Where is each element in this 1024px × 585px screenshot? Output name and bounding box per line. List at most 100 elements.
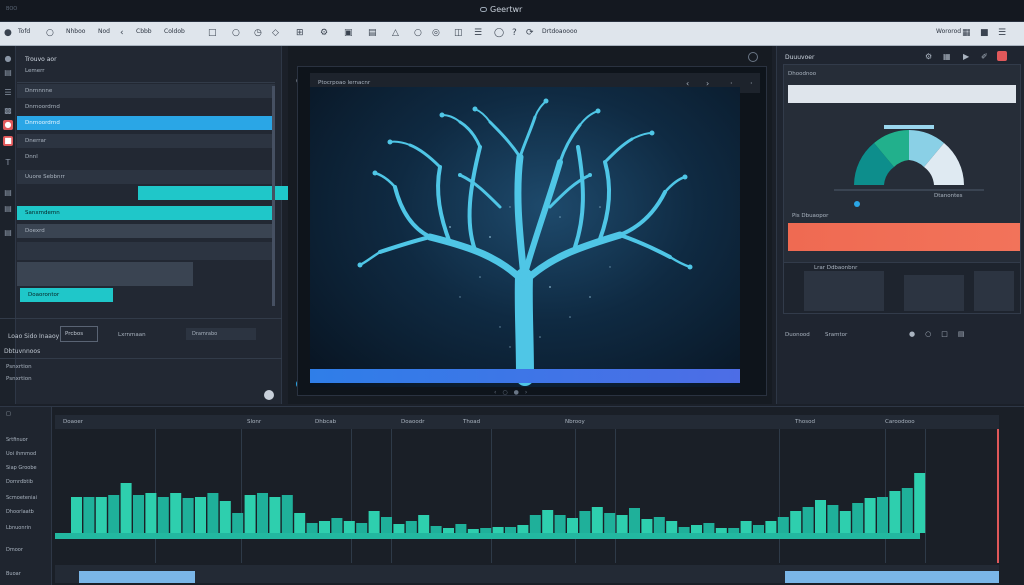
alert-icon[interactable]: ■ [980, 28, 989, 38]
warning-icon[interactable]: △ [392, 28, 399, 38]
list-item[interactable]: Dnrnoordrnd [17, 100, 275, 114]
preview-progress-bar[interactable] [310, 369, 740, 383]
stop-icon-side[interactable]: ■ [3, 136, 13, 146]
player-controls[interactable]: ‹○●› [494, 389, 533, 396]
folder-icon[interactable]: ▤ [3, 68, 13, 78]
waveform-bar [604, 513, 616, 533]
waveform-chart[interactable] [55, 429, 999, 563]
crop-icon[interactable]: ⊞ [296, 28, 304, 38]
track-name[interactable]: Scmoeteniai [6, 495, 37, 501]
window-title-text: Geertwr [490, 5, 523, 14]
play-icon-right[interactable]: ▶ [963, 52, 969, 61]
grid-icon-right[interactable]: ▦ [943, 52, 951, 61]
toolbar-item-3[interactable]: Cbbb [136, 28, 152, 35]
section-title: Loao Sido Inaaoy [8, 333, 60, 340]
refresh-icon[interactable]: ⟳ [526, 28, 534, 38]
bottom-tab[interactable]: Doaorontor [20, 288, 113, 302]
track-name[interactable]: Srtfinuor [6, 437, 28, 443]
menu-icon[interactable]: ☰ [998, 28, 1006, 38]
toolbar-item-1[interactable]: Nhboo [66, 28, 85, 35]
waveform-bar [678, 527, 690, 533]
list-item-selected[interactable]: Dnrnoordrnd [17, 116, 273, 130]
card-menu[interactable]: Dhoodnoo [788, 71, 816, 77]
list-item[interactable]: Doexrd [17, 224, 275, 238]
image-icon[interactable]: ◫ [454, 28, 463, 38]
sub-item[interactable]: Psnxrtion [6, 364, 32, 370]
track-name[interactable]: Uoi ihmmod [6, 451, 36, 457]
grid-line [391, 429, 392, 563]
track-name[interactable]: Dornrdbtib [6, 479, 33, 485]
clock-icon[interactable]: ◷ [254, 28, 262, 38]
waveform-bar [839, 511, 851, 533]
list-item[interactable]: Dnnl [17, 150, 275, 164]
ruler-label: Thoad [463, 419, 481, 425]
track-icon[interactable]: □ [6, 411, 11, 417]
timeline-ruler[interactable]: Doaoer Slonr Dhbcab Doaoodr Thoad Nbrooy… [55, 415, 999, 429]
list-item[interactable]: Dnrnnnne [17, 84, 275, 98]
user-icon-side[interactable]: ● [3, 54, 13, 64]
title-bar: BOO Geertwr [0, 0, 1024, 22]
back-icon[interactable]: ‹ [120, 28, 124, 38]
track-name[interactable]: Dhoorlaatb [6, 509, 34, 515]
scrollbar[interactable] [272, 86, 275, 306]
track-name[interactable]: Lbnuonrin [6, 525, 31, 531]
clip-icon[interactable]: ▤ [3, 188, 13, 198]
playhead[interactable] [997, 429, 999, 563]
alert-icon-right[interactable] [997, 51, 1007, 61]
clip-block[interactable] [79, 571, 195, 583]
help-icon[interactable]: ? [512, 28, 517, 38]
tag-icon[interactable]: ◇ [272, 28, 279, 38]
circle-icon-3[interactable]: ○ [414, 28, 422, 38]
list-item[interactable] [17, 242, 275, 260]
list-item-teal[interactable]: Sanxmdemn [17, 206, 274, 220]
toolbar-item-0[interactable]: Tofd [18, 28, 30, 35]
layers-icon[interactable]: ▩ [3, 106, 13, 116]
section-button-2[interactable]: Lxrnmaan [118, 332, 146, 338]
track-name[interactable]: Buoar [6, 571, 21, 577]
card-toolbar[interactable] [788, 85, 1016, 103]
section-button-3[interactable]: Dramrabo [186, 328, 256, 340]
settings-knob-icon[interactable] [264, 390, 274, 400]
toolbar-far-right[interactable]: Wororod [936, 28, 961, 35]
section-button-1[interactable]: Prcbos [60, 326, 98, 342]
circle-icon-4[interactable]: ◯ [494, 28, 504, 38]
grid-icon[interactable]: ▦ [962, 28, 971, 38]
gear-icon[interactable]: ⚙ [320, 28, 328, 38]
record-icon-center[interactable] [748, 52, 758, 62]
sliders-icon[interactable]: ☰ [474, 28, 482, 38]
bottom-strip[interactable] [55, 565, 999, 583]
waveform-bar [108, 495, 120, 533]
pen-icon-right[interactable]: ✐ [981, 52, 988, 61]
bottom-icons[interactable]: ●○□▤ [909, 330, 1009, 338]
toolbar-item-2[interactable]: Nod [98, 28, 110, 35]
track-name[interactable]: Siap Groobe [6, 465, 37, 471]
record-icon-side[interactable]: ● [3, 120, 13, 130]
toolbar-item-4[interactable]: Coldob [164, 28, 185, 35]
text-icon[interactable]: T [3, 158, 13, 168]
circle-icon[interactable]: ○ [46, 28, 54, 38]
record-icon[interactable]: ◎ [432, 28, 440, 38]
track-name[interactable]: Dmoor [6, 547, 23, 553]
sub-item-2[interactable]: Psnxrtion [6, 376, 32, 382]
toolbar-right-label[interactable]: Drtdoaoooo [542, 28, 577, 35]
orange-bar[interactable] [788, 223, 1020, 251]
dot-icon-2[interactable]: ‧ [750, 79, 753, 88]
waveform-bar [133, 495, 144, 533]
settings-icon-right[interactable]: ⚙ [925, 52, 932, 61]
circle-icon-2[interactable]: ○ [232, 28, 240, 38]
ruler-label: Nbrooy [565, 419, 585, 425]
list-item[interactable]: Uuore Sebbnrr [17, 170, 275, 184]
waveform-bar [889, 491, 901, 533]
list-icon[interactable]: ☰ [3, 88, 13, 98]
user-icon[interactable]: ● [4, 28, 12, 38]
clip-block-2[interactable] [785, 571, 999, 583]
mini-chart-block-3 [974, 271, 1014, 311]
square-icon[interactable]: □ [208, 28, 217, 38]
car-icon[interactable]: ▣ [344, 28, 353, 38]
waveform-bar [418, 515, 430, 533]
clip-icon-2[interactable]: ▤ [3, 204, 13, 214]
list-item[interactable]: Dnerrar [17, 134, 275, 148]
preview-canvas[interactable] [310, 87, 740, 387]
clip-icon-3[interactable]: ▤ [3, 228, 13, 238]
film-icon[interactable]: ▤ [368, 28, 377, 38]
